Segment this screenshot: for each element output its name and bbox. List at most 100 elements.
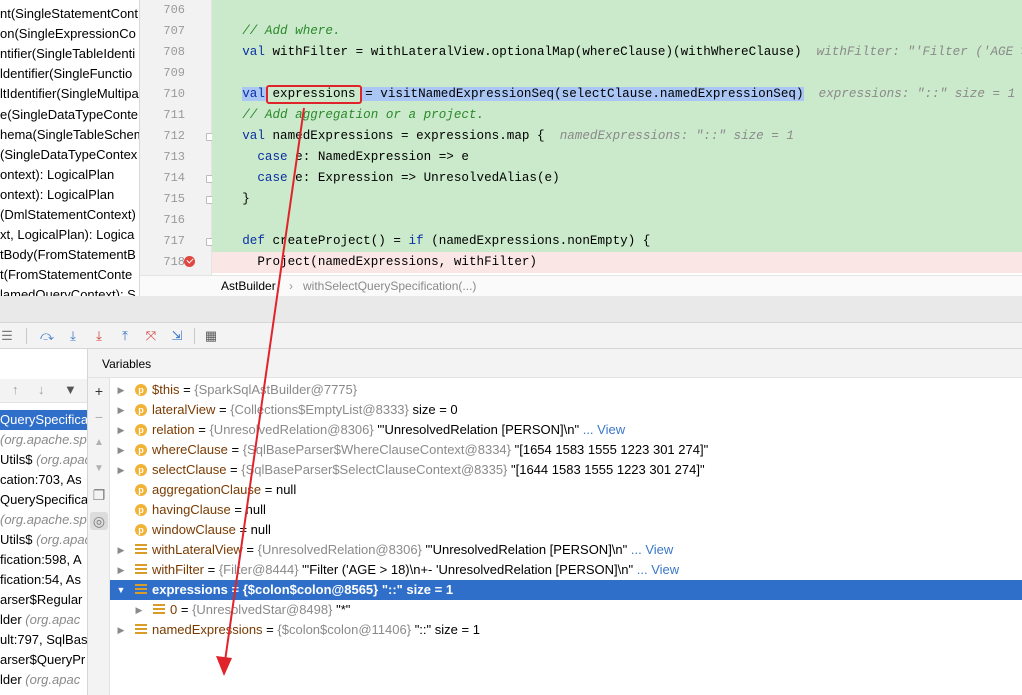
variable-row[interactable]: p windowClause = null — [110, 520, 1022, 540]
structure-item[interactable]: tBody(FromStatementB — [0, 245, 136, 265]
add-watch-icon[interactable]: + — [90, 382, 108, 400]
structure-item[interactable]: ntifier(SingleTableIdenti — [0, 44, 135, 64]
expand-arrow-icon[interactable]: ▶ — [116, 620, 126, 640]
expand-arrow-icon[interactable]: ▶ — [134, 600, 144, 620]
structure-item[interactable]: on(SingleExpressionCo — [0, 24, 136, 44]
line-number[interactable]: 707 — [145, 21, 185, 42]
structure-item[interactable]: xt, LogicalPlan): Logica — [0, 225, 134, 245]
console-icon[interactable]: ☰ — [0, 327, 16, 345]
breadcrumb-method[interactable]: withSelectQuerySpecification(...) — [303, 276, 476, 296]
line-number[interactable]: 708 — [145, 42, 185, 63]
frame-item[interactable]: arser$Regular — [0, 590, 87, 610]
frame-item[interactable]: lder (org.apac — [0, 670, 87, 690]
structure-item[interactable]: e(SingleDataTypeConte — [0, 105, 138, 125]
expand-arrow-icon[interactable]: ▶ — [116, 540, 126, 560]
evaluate-icon[interactable]: ▦ — [202, 327, 220, 345]
structure-item[interactable]: (SingleDataTypeContex — [0, 145, 137, 165]
step-out-icon[interactable]: ⤒ — [116, 327, 134, 345]
line-number[interactable]: 713 — [145, 147, 185, 168]
step-into-icon[interactable]: ⤓ — [64, 327, 82, 345]
breakpoint-icon[interactable] — [184, 256, 195, 267]
breadcrumb-class[interactable]: AstBuilder — [221, 276, 276, 296]
frame-item[interactable]: fication:54, As — [0, 570, 87, 590]
line-number[interactable]: 716 — [145, 210, 185, 231]
frame-item[interactable]: (org.apache.spa — [0, 430, 87, 450]
frame-item[interactable]: cation:703, As — [0, 470, 87, 490]
expand-arrow-icon[interactable]: ▶ — [116, 560, 126, 580]
structure-item[interactable]: ontext): LogicalPlan — [0, 165, 114, 185]
variable-row[interactable]: p havingClause = null — [110, 500, 1022, 520]
structure-item[interactable]: lamedQueryContext): S — [0, 285, 136, 296]
code-editor[interactable]: // Add where. val withFilter = withLater… — [212, 0, 1022, 275]
collapse-arrow-icon[interactable]: ▼ — [116, 580, 126, 600]
keyword: def — [242, 234, 265, 248]
variable-name: namedExpressions — [152, 622, 263, 637]
line-number[interactable]: 714 — [145, 168, 185, 189]
structure-item[interactable]: nt(SingleStatementCont — [0, 4, 138, 24]
frame-item[interactable]: fication:598, A — [0, 550, 87, 570]
variable-row[interactable]: ▶ p lateralView = {Collections$EmptyList@8… — [110, 400, 1022, 420]
line-number[interactable]: 709 — [145, 63, 185, 84]
expand-arrow-icon[interactable]: ▶ — [116, 440, 126, 460]
arrow-down-icon[interactable]: ↓ — [38, 382, 45, 397]
frames-panel: ↑ ↓ ▼ QuerySpecificati (org.apache.spa Uti… — [0, 349, 88, 695]
frame-item[interactable]: QuerySpecifica — [0, 490, 87, 510]
line-number[interactable]: 710 — [145, 84, 185, 105]
step-over-icon[interactable]: ⤼ — [38, 327, 56, 345]
variable-row[interactable]: ▶ p selectClause = {SqlBaseParser$SelectCl… — [110, 460, 1022, 480]
variable-row[interactable]: ▶ namedExpressions = {$colon$colon@11406}… — [110, 620, 1022, 640]
expand-arrow-icon[interactable]: ▶ — [116, 380, 126, 400]
variable-row[interactable]: ▶ p relation = {UnresolvedRelation@8306} "… — [110, 420, 1022, 440]
inline-debug-hint: expressions: "::" size = 1 — [818, 87, 1016, 101]
view-link[interactable]: ... View — [633, 562, 679, 577]
code-line-706 — [212, 0, 1022, 21]
force-step-into-icon[interactable]: ⤓ — [90, 327, 108, 345]
frame-item[interactable]: arser$QueryPr — [0, 650, 87, 670]
frame-item[interactable]: Utils$ (org.apac — [0, 530, 87, 550]
structure-item[interactable]: ltIdentifier(SingleMultipa — [0, 84, 139, 104]
view-link[interactable]: ... View — [627, 542, 673, 557]
variable-row[interactable]: ▶ withFilter = {Filter@8444} "'Filter ('A… — [110, 560, 1022, 580]
move-down-icon[interactable]: ▼ — [90, 460, 108, 478]
filter-icon[interactable]: ▼ — [64, 382, 77, 397]
move-up-icon[interactable]: ▲ — [90, 434, 108, 452]
line-number[interactable]: 711 — [145, 105, 185, 126]
remove-watch-icon[interactable]: − — [90, 408, 108, 426]
expand-arrow-icon[interactable]: ▶ — [116, 400, 126, 420]
drop-frame-icon[interactable]: ⤧ — [142, 327, 160, 345]
run-to-cursor-icon[interactable]: ⇲ — [168, 327, 186, 345]
variable-row[interactable]: ▶ withLateralView = {UnresolvedRelation@8… — [110, 540, 1022, 560]
variable-row[interactable]: ▶ p whereClause = {SqlBaseParser$WhereClau… — [110, 440, 1022, 460]
variable-row[interactable]: ▼ expressions = {$colon$colon@8565} "::" … — [110, 580, 1022, 600]
variable-row[interactable]: p aggregationClause = null — [110, 480, 1022, 500]
frame-item[interactable]: lder (org.apac — [0, 610, 87, 630]
structure-item[interactable]: hema(SingleTableSchem — [0, 125, 139, 145]
variable-text: whereClause = {SqlBaseParser$WhereClause… — [152, 440, 708, 460]
frame-item[interactable]: (org.apache.sp — [0, 510, 87, 530]
variable-row[interactable]: ▶ p $this = {SparkSqlAstBuilder@7775} — [110, 380, 1022, 400]
highlighted-variable[interactable]: expressions — [272, 87, 355, 101]
line-number[interactable]: 717 — [145, 231, 185, 252]
variable-text: withFilter = {Filter@8444} "'Filter ('AG… — [152, 560, 679, 580]
line-number[interactable]: 718 — [145, 252, 185, 273]
line-number[interactable]: 715 — [145, 189, 185, 210]
structure-item[interactable]: ontext): LogicalPlan — [0, 185, 114, 205]
structure-item[interactable]: t(FromStatementConte — [0, 265, 132, 285]
view-link[interactable]: ... View — [579, 422, 625, 437]
panel-divider[interactable] — [0, 296, 1022, 323]
line-number[interactable]: 712 — [145, 126, 185, 147]
expand-arrow-icon[interactable]: ▶ — [116, 420, 126, 440]
arrow-up-icon[interactable]: ↑ — [12, 382, 19, 397]
variables-tree[interactable]: ▶ p $this = {SparkSqlAstBuilder@7775} ▶ p lat… — [110, 378, 1022, 695]
expand-arrow-icon[interactable]: ▶ — [116, 460, 126, 480]
parameter-icon: p — [135, 464, 147, 476]
frame-item[interactable]: QuerySpecificati — [0, 410, 87, 430]
copy-icon[interactable]: ❐ — [90, 486, 108, 504]
structure-item[interactable]: ldentifier(SingleFunctio — [0, 64, 132, 84]
structure-item[interactable]: (DmlStatementContext) — [0, 205, 136, 225]
line-number[interactable]: 706 — [145, 0, 185, 21]
glasses-icon[interactable]: ◎ — [90, 512, 108, 530]
frame-item[interactable]: ult:797, SqlBas — [0, 630, 87, 650]
variable-row[interactable]: ▶ 0 = {UnresolvedStar@8498} "*" — [110, 600, 1022, 620]
frame-item[interactable]: Utils$ (org.apac — [0, 450, 87, 470]
